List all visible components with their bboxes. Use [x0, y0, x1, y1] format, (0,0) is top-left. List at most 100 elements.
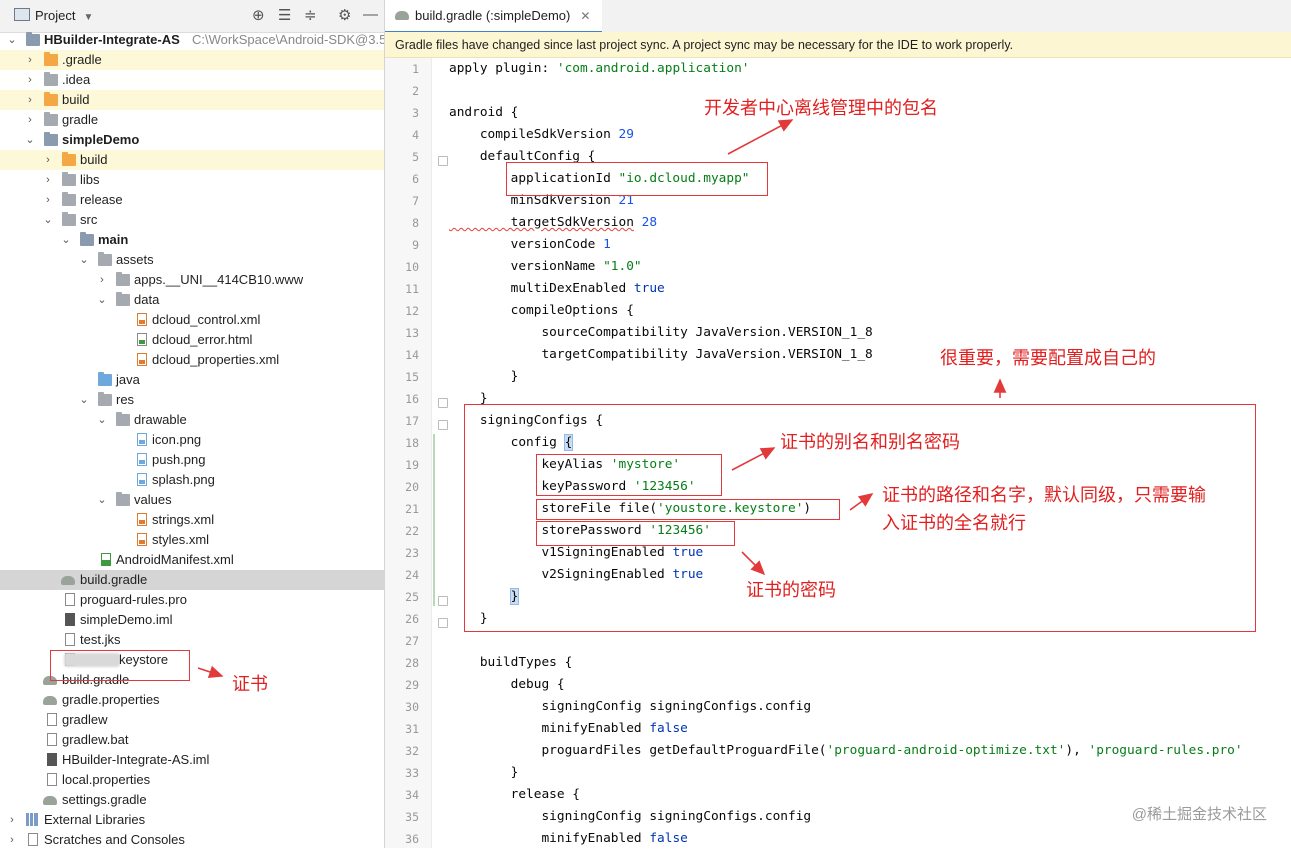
- tree-item-release[interactable]: › release: [0, 190, 384, 210]
- code-line-15[interactable]: }: [449, 366, 519, 388]
- collapse-all-icon[interactable]: ☰: [278, 6, 291, 24]
- source-folder-icon: [98, 372, 112, 386]
- tree-item-project-iml[interactable]: HBuilder-Integrate-AS.iml: [0, 750, 384, 770]
- fold-marker-icon[interactable]: [438, 596, 448, 606]
- chevron-right-icon[interactable]: ›: [24, 110, 36, 130]
- tree-item-proguard[interactable]: proguard-rules.pro: [0, 590, 384, 610]
- code-line-12[interactable]: compileOptions {: [449, 300, 634, 322]
- tree-item-splash-png[interactable]: splash.png: [0, 470, 384, 490]
- fold-marker-icon[interactable]: [438, 420, 448, 430]
- tree-item-gradle-dir[interactable]: › .gradle: [0, 50, 384, 70]
- banner-text: Gradle files have changed since last pro…: [395, 38, 1014, 52]
- code-line-32[interactable]: proguardFiles getDefaultProguardFile('pr…: [449, 740, 1242, 762]
- code-line-3[interactable]: android {: [449, 102, 518, 124]
- tree-item-simpledemo-build[interactable]: › build: [0, 150, 384, 170]
- chevron-right-icon[interactable]: ›: [42, 170, 54, 190]
- chevron-right-icon[interactable]: ›: [6, 810, 18, 830]
- tree-item-styles-xml[interactable]: styles.xml: [0, 530, 384, 550]
- tree-item-java[interactable]: java: [0, 370, 384, 390]
- project-view-label: Project: [35, 8, 76, 23]
- minimize-icon[interactable]: —: [363, 6, 378, 23]
- tree-item-libs[interactable]: › libs: [0, 170, 384, 190]
- tree-item-values[interactable]: ⌄ values: [0, 490, 384, 510]
- code-line-14[interactable]: targetCompatibility JavaVersion.VERSION_…: [449, 344, 872, 366]
- project-view-selector[interactable]: Project ▼: [14, 8, 93, 23]
- tree-item-gradlew-bat[interactable]: gradlew.bat: [0, 730, 384, 750]
- tree-item-gradle-properties[interactable]: gradle.properties: [0, 690, 384, 710]
- chevron-down-icon[interactable]: ⌄: [60, 230, 72, 250]
- tree-item-res[interactable]: ⌄ res: [0, 390, 384, 410]
- code-line-30[interactable]: signingConfig signingConfigs.config: [449, 696, 811, 718]
- code-line-13[interactable]: sourceCompatibility JavaVersion.VERSION_…: [449, 322, 872, 344]
- code-line-35[interactable]: signingConfig signingConfigs.config: [449, 806, 811, 828]
- chevron-down-icon[interactable]: ⌄: [96, 410, 108, 430]
- chevron-down-icon[interactable]: ⌄: [6, 30, 18, 50]
- close-icon[interactable]: ✕: [580, 9, 590, 23]
- caret-down-icon: ▼: [83, 12, 94, 23]
- tree-item-build[interactable]: › build: [0, 90, 384, 110]
- target-icon[interactable]: ⊕: [252, 6, 265, 24]
- chevron-down-icon[interactable]: ⌄: [96, 290, 108, 310]
- tree-item-root[interactable]: ⌄ HBuilder-Integrate-AS C:\WorkSpace\Andr…: [0, 30, 384, 50]
- gear-icon[interactable]: ⚙: [338, 6, 351, 24]
- tree-item-simpledemo-iml[interactable]: simpleDemo.iml: [0, 610, 384, 630]
- module-file-icon: [65, 613, 75, 626]
- tree-item-label: push.png: [152, 452, 206, 467]
- tree-item-gradle[interactable]: › gradle: [0, 110, 384, 130]
- chevron-right-icon[interactable]: ›: [42, 190, 54, 210]
- tree-item-simpledemo[interactable]: ⌄ simpleDemo: [0, 130, 384, 150]
- code-line-34[interactable]: release {: [449, 784, 580, 806]
- code-line-8[interactable]: targetSdkVersion 28: [449, 212, 657, 234]
- tree-item-dcloud-control[interactable]: dcloud_control.xml: [0, 310, 384, 330]
- tree-item-local-properties[interactable]: local.properties: [0, 770, 384, 790]
- tree-item-assets[interactable]: ⌄ assets: [0, 250, 384, 270]
- line-number: 16: [405, 392, 419, 406]
- tree-item-apps[interactable]: › apps.__UNI__414CB10.www: [0, 270, 384, 290]
- fold-marker-icon[interactable]: [438, 618, 448, 628]
- chevron-right-icon[interactable]: ›: [6, 830, 18, 848]
- tab-build-gradle[interactable]: build.gradle (:simpleDemo) ✕: [385, 0, 603, 33]
- tree-item-scratches[interactable]: › Scratches and Consoles: [0, 830, 384, 848]
- chevron-down-icon[interactable]: ⌄: [78, 250, 90, 270]
- tree-item-icon-png[interactable]: icon.png: [0, 430, 384, 450]
- chevron-right-icon[interactable]: ›: [24, 50, 36, 70]
- tree-item-idea[interactable]: › .idea: [0, 70, 384, 90]
- chevron-right-icon[interactable]: ›: [42, 150, 54, 170]
- code-line-29[interactable]: debug {: [449, 674, 565, 696]
- fold-marker-icon[interactable]: [438, 156, 448, 166]
- tree-item-src[interactable]: ⌄ src: [0, 210, 384, 230]
- tree-item-dcloud-error[interactable]: dcloud_error.html: [0, 330, 384, 350]
- gradle-icon: [43, 796, 57, 805]
- tree-item-external-libraries[interactable]: › External Libraries: [0, 810, 384, 830]
- line-number: 18: [405, 436, 419, 450]
- code-line-31[interactable]: minifyEnabled false: [449, 718, 687, 740]
- tree-item-settings-gradle[interactable]: settings.gradle: [0, 790, 384, 810]
- tree-item-dcloud-properties[interactable]: dcloud_properties.xml: [0, 350, 384, 370]
- expand-all-icon[interactable]: ≑: [304, 6, 317, 24]
- chevron-down-icon[interactable]: ⌄: [24, 130, 36, 150]
- tree-item-manifest[interactable]: AndroidManifest.xml: [0, 550, 384, 570]
- code-line-36[interactable]: minifyEnabled false: [449, 828, 687, 850]
- tree-item-main[interactable]: ⌄ main: [0, 230, 384, 250]
- tree-item-drawable[interactable]: ⌄ drawable: [0, 410, 384, 430]
- code-line-1[interactable]: apply plugin: 'com.android.application': [449, 58, 750, 80]
- chevron-right-icon[interactable]: ›: [96, 270, 108, 290]
- chevron-right-icon[interactable]: ›: [24, 70, 36, 90]
- chevron-right-icon[interactable]: ›: [24, 90, 36, 110]
- tree-item-gradlew[interactable]: gradlew: [0, 710, 384, 730]
- tree-item-strings-xml[interactable]: strings.xml: [0, 510, 384, 530]
- tree-item-push-png[interactable]: push.png: [0, 450, 384, 470]
- tree-item-build-gradle-module[interactable]: build.gradle: [0, 570, 384, 590]
- chevron-down-icon[interactable]: ⌄: [42, 210, 54, 230]
- code-line-11[interactable]: multiDexEnabled true: [449, 278, 665, 300]
- code-line-10[interactable]: versionName "1.0": [449, 256, 642, 278]
- tree-item-test-jks[interactable]: test.jks: [0, 630, 384, 650]
- chevron-down-icon[interactable]: ⌄: [96, 490, 108, 510]
- chevron-down-icon[interactable]: ⌄: [78, 390, 90, 410]
- code-line-33[interactable]: }: [449, 762, 519, 784]
- tree-item-data[interactable]: ⌄ data: [0, 290, 384, 310]
- code-line-4[interactable]: compileSdkVersion 29: [449, 124, 634, 146]
- code-line-28[interactable]: buildTypes {: [449, 652, 572, 674]
- code-line-9[interactable]: versionCode 1: [449, 234, 611, 256]
- fold-marker-icon[interactable]: [438, 398, 448, 408]
